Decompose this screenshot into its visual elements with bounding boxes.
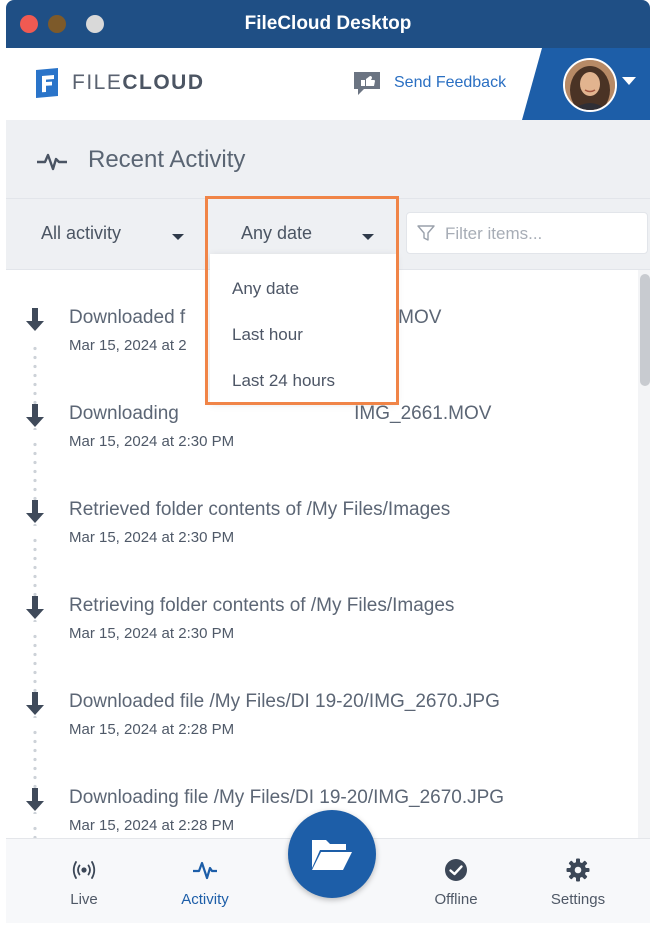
date-option-last-24-hours[interactable]: Last 24 hours bbox=[232, 371, 335, 391]
nav-settings[interactable]: Settings bbox=[533, 857, 623, 917]
date-chevron-down-icon[interactable] bbox=[362, 234, 374, 240]
nav-live[interactable]: Live bbox=[39, 857, 129, 917]
activity-time: Mar 15, 2024 at 2:28 PM bbox=[69, 817, 235, 834]
send-feedback-label: Send Feedback bbox=[394, 74, 507, 91]
activity-time: Mar 15, 2024 at 2:28 PM bbox=[69, 721, 235, 738]
filecloud-logo-text: FILECLOUD bbox=[72, 71, 205, 95]
avatar[interactable] bbox=[563, 58, 617, 112]
activity-item[interactable]: Retrieving folder contents of /My Files/… bbox=[6, 558, 626, 718]
app-window: FileCloud Desktop FILECLOUD Send Feedbac… bbox=[6, 0, 650, 923]
section-header: Recent Activity bbox=[6, 120, 650, 198]
activity-type-value: All activity bbox=[41, 223, 122, 243]
download-arrow-icon bbox=[26, 596, 44, 619]
nav-activity[interactable]: Activity bbox=[160, 857, 250, 917]
activity-time: Mar 15, 2024 at 2:30 PM bbox=[69, 433, 235, 450]
activity-item[interactable]: Downloaded file /My Files/DI 19-20/IMG_2… bbox=[6, 654, 626, 814]
page-title: Recent Activity bbox=[88, 146, 246, 173]
activity-pulse-icon bbox=[193, 861, 217, 880]
download-arrow-icon bbox=[26, 308, 44, 331]
activity-title: Retrieving folder contents of /My Files/… bbox=[69, 595, 455, 616]
activity-time: Mar 15, 2024 at 2 bbox=[69, 337, 187, 354]
date-dropdown-menu: Any date Last hour Last 24 hours bbox=[210, 254, 396, 402]
timeline-connector bbox=[33, 824, 37, 838]
date-select[interactable]: Any date bbox=[241, 223, 312, 244]
user-menu-chevron-down-icon[interactable] bbox=[622, 77, 636, 85]
activity-type-chevron-down-icon[interactable] bbox=[172, 234, 184, 240]
window-title: FileCloud Desktop bbox=[244, 13, 412, 34]
date-option-any-date[interactable]: Any date bbox=[232, 279, 299, 299]
activity-type-select[interactable]: All activity bbox=[41, 223, 121, 244]
download-arrow-icon bbox=[26, 788, 44, 811]
download-arrow-icon bbox=[26, 692, 44, 715]
folder-open-icon bbox=[312, 840, 352, 870]
activity-title: Downloaded file /My Files/DI 19-20/IMG_2… bbox=[69, 691, 500, 712]
date-select-value: Any date bbox=[241, 223, 313, 243]
activity-pulse-icon bbox=[37, 153, 67, 171]
date-option-last-hour[interactable]: Last hour bbox=[232, 325, 303, 345]
download-arrow-icon bbox=[26, 404, 44, 427]
activity-title: Retrieved folder contents of /My Files/I… bbox=[69, 499, 451, 520]
filter-placeholder: Filter items... bbox=[445, 224, 543, 243]
open-folder-button[interactable] bbox=[288, 810, 376, 898]
download-arrow-icon bbox=[26, 500, 44, 523]
live-broadcast-icon bbox=[72, 861, 96, 879]
activity-title-start: Downloading bbox=[69, 403, 185, 424]
logo-text-bold: CLOUD bbox=[122, 71, 205, 94]
activity-title: Downloading file /My Files/DI 19-20/IMG_… bbox=[69, 787, 505, 808]
activity-item[interactable]: Retrieved folder contents of /My Files/I… bbox=[6, 462, 626, 622]
activity-title-end: IMG_2661.MOV bbox=[354, 403, 492, 424]
nav-activity-label: Activity bbox=[181, 891, 229, 908]
scrollbar-thumb[interactable] bbox=[640, 274, 650, 386]
filter-funnel-icon bbox=[417, 225, 435, 241]
filecloud-logo-icon bbox=[36, 68, 58, 98]
activity-time: Mar 15, 2024 at 2:30 PM bbox=[69, 625, 235, 642]
title-bar: FileCloud Desktop bbox=[6, 0, 650, 48]
send-feedback-button[interactable]: Send Feedback bbox=[352, 68, 506, 98]
nav-settings-label: Settings bbox=[550, 891, 606, 908]
nav-offline-label: Offline bbox=[434, 891, 478, 908]
app-header: FILECLOUD Send Feedback bbox=[6, 48, 650, 120]
filter-items-input[interactable]: Filter items... bbox=[406, 212, 648, 254]
offline-check-icon bbox=[445, 859, 467, 881]
gear-icon bbox=[566, 858, 590, 882]
user-photo-icon bbox=[565, 60, 615, 110]
nav-live-label: Live bbox=[70, 891, 98, 908]
nav-offline[interactable]: Offline bbox=[411, 857, 501, 917]
activity-title: Downloading IMG_2661.MOV bbox=[69, 403, 491, 425]
feedback-icon bbox=[354, 72, 380, 95]
activity-title-start: Downloaded f bbox=[69, 307, 186, 328]
logo-text-light: FILE bbox=[72, 71, 123, 94]
activity-time: Mar 15, 2024 at 2:30 PM bbox=[69, 529, 235, 546]
